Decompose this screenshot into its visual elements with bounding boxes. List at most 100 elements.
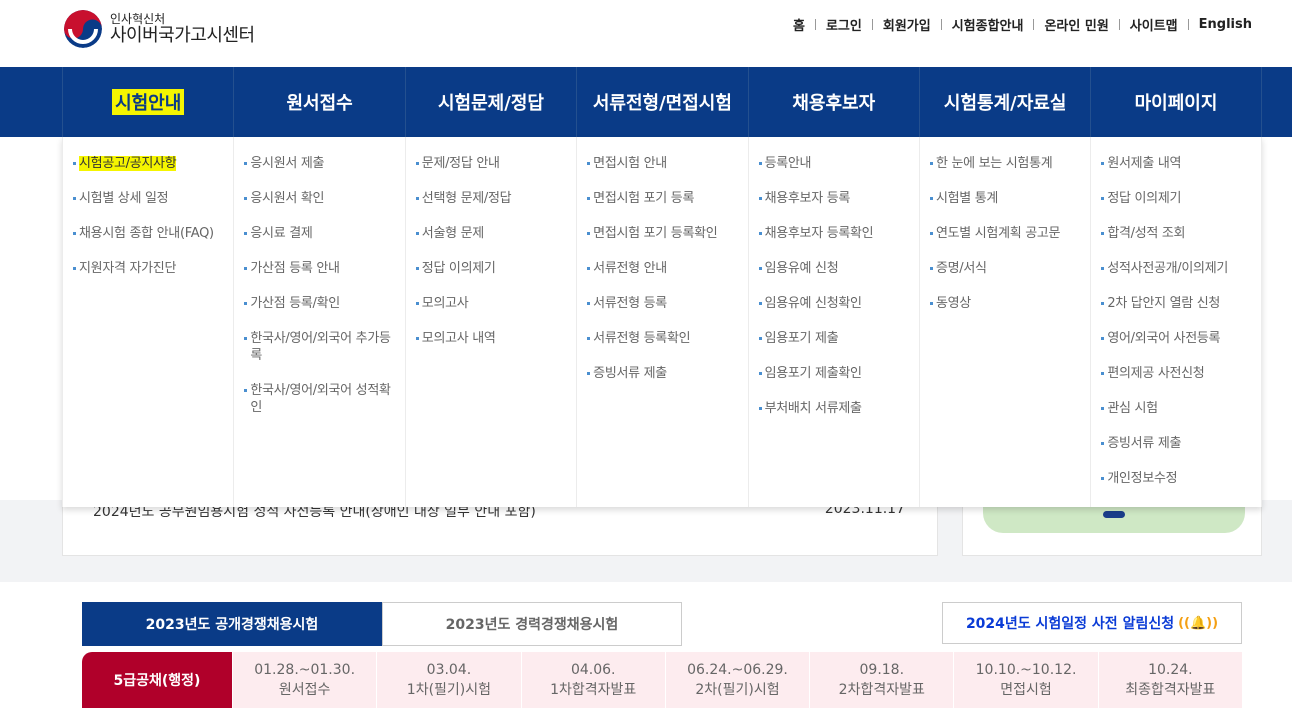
util-home[interactable]: 홈 <box>793 15 805 34</box>
submenu-item[interactable]: 면접시험 포기 등록 <box>587 190 739 207</box>
submenu-item[interactable]: 시험별 상세 일정 <box>73 190 225 207</box>
util-join[interactable]: 회원가입 <box>883 15 931 34</box>
submenu-item-label: 부처배치 서류제출 <box>764 401 862 416</box>
submenu-item[interactable]: 응시원서 확인 <box>244 190 396 207</box>
submenu-item-label: 서류전형 등록확인 <box>593 331 691 346</box>
submenu-item[interactable]: 서술형 문제 <box>415 225 568 242</box>
submenu-item[interactable]: 채용후보자 등록 <box>758 190 911 207</box>
submenu-item[interactable]: 선택형 문제/정답 <box>415 190 568 207</box>
submenu-item[interactable]: 응시원서 제출 <box>244 155 396 172</box>
submenu-item[interactable]: 증빙서류 제출 <box>1101 435 1252 452</box>
submenu-item-label: 응시원서 제출 <box>250 156 325 171</box>
submenu-item[interactable]: 시험공고/공지사항 <box>73 155 225 172</box>
submenu-item[interactable]: 2차 답안지 열람 신청 <box>1101 295 1252 312</box>
submenu-item[interactable]: 동영상 <box>929 295 1082 312</box>
schedule-step-event: 2차합격자발표 <box>838 682 925 698</box>
schedule-step-date: 10.10.~10.12. <box>975 662 1077 678</box>
submenu-item-label: 임용포기 제출 <box>764 331 839 346</box>
schedule-step-date: 06.24.~06.29. <box>687 662 788 678</box>
gnb-tab-label: 시험통계/자료실 <box>943 93 1067 114</box>
schedule-step: 06.24.~06.29. 2차(필기)시험 <box>664 652 810 708</box>
submenu-item[interactable]: 개인정보수정 <box>1101 470 1252 487</box>
mega-menu-column: 응시원서 제출응시원서 확인응시료 결제가산점 등록 안내가산점 등록/확인한국… <box>233 137 404 507</box>
submenu-item[interactable]: 임용포기 제출 <box>758 330 911 347</box>
submenu-item-label: 동영상 <box>935 296 971 311</box>
bell-icon: ((🔔)) <box>1178 615 1219 631</box>
submenu-item-label: 서류전형 안내 <box>593 261 667 276</box>
submenu-item-label: 원서제출 내역 <box>1107 156 1182 171</box>
submenu-item[interactable]: 모의고사 내역 <box>415 330 568 347</box>
schedule-step: 10.24. 최종합격자발표 <box>1097 652 1242 708</box>
submenu-item[interactable]: 임용유예 신청확인 <box>758 295 911 312</box>
schedule-step-event: 1차합격자발표 <box>550 682 637 698</box>
gnb-tab-2[interactable]: 시험문제/정답 <box>404 67 576 137</box>
submenu-item-label: 성적사전공개/이의제기 <box>1107 261 1229 276</box>
submenu-item[interactable]: 성적사전공개/이의제기 <box>1101 260 1252 277</box>
submenu-item[interactable]: 한 눈에 보는 시험통계 <box>929 155 1082 172</box>
banner-pager-indicator[interactable] <box>1103 511 1125 518</box>
submenu-item[interactable]: 영어/외국어 사전등록 <box>1101 330 1252 347</box>
logo[interactable]: 인사혁신처 사이버국가고시센터 <box>64 8 255 50</box>
submenu-item[interactable]: 등록안내 <box>758 155 911 172</box>
submenu-item-label: 관심 시험 <box>1107 401 1158 416</box>
schedule-step-event: 1차(필기)시험 <box>406 682 492 698</box>
gnb-tab-label: 원서접수 <box>286 93 353 114</box>
submenu-item[interactable]: 한국사/영어/외국어 성적확인 <box>244 382 396 416</box>
mega-menu-column: 시험공고/공지사항시험별 상세 일정채용시험 종합 안내(FAQ) 지원자격 자가… <box>62 137 233 507</box>
submenu-item[interactable]: 서류전형 안내 <box>587 260 739 277</box>
submenu-item[interactable]: 서류전형 등록 <box>587 295 739 312</box>
util-exam-guide[interactable]: 시험종합안내 <box>952 15 1024 34</box>
submenu-item[interactable]: 정답 이의제기 <box>1101 190 1252 207</box>
submenu-item[interactable]: 가산점 등록 안내 <box>244 260 396 277</box>
submenu-item[interactable]: 가산점 등록/확인 <box>244 295 396 312</box>
submenu-item[interactable]: 증빙서류 제출 <box>587 365 739 382</box>
submenu-item-label: 2차 답안지 열람 신청 <box>1107 296 1221 311</box>
submenu-item[interactable]: 연도별 시험계획 공고문 <box>929 225 1082 242</box>
submenu-item[interactable]: 모의고사 <box>415 295 568 312</box>
gnb-tab-1[interactable]: 원서접수 <box>233 67 404 137</box>
util-english[interactable]: English <box>1199 17 1252 32</box>
util-login[interactable]: 로그인 <box>826 15 862 34</box>
submenu-item[interactable]: 임용유예 신청 <box>758 260 911 277</box>
submenu-item-label: 영어/외국어 사전등록 <box>1107 331 1221 346</box>
gnb-tab-label: 시험문제/정답 <box>438 93 544 114</box>
submenu-item[interactable]: 관심 시험 <box>1101 400 1252 417</box>
submenu-item[interactable]: 한국사/영어/외국어 추가등록 <box>244 330 396 364</box>
global-nav: 시험안내 원서접수 시험문제/정답 서류전형/면접시험 채용후보자 시험통계/자료실 마이페… <box>0 67 1292 137</box>
mega-menu: 시험공고/공지사항시험별 상세 일정채용시험 종합 안내(FAQ) 지원자격 자가… <box>62 137 1262 507</box>
submenu-item[interactable]: 시험별 통계 <box>929 190 1082 207</box>
util-online-petition[interactable]: 온라인 민원 <box>1044 15 1108 34</box>
submenu-item-label: 면접시험 안내 <box>593 156 667 171</box>
submenu-item[interactable]: 증명/서식 <box>929 260 1082 277</box>
submenu-item[interactable]: 임용포기 제출확인 <box>758 365 911 382</box>
submenu-item-label: 한국사/영어/외국어 성적확인 <box>250 383 391 415</box>
schedule-alert-button[interactable]: 2024년도 시험일정 사전 알림신청 ((🔔)) <box>942 602 1242 644</box>
gnb-tab-3[interactable]: 서류전형/면접시험 <box>576 67 747 137</box>
submenu-item[interactable]: 면접시험 포기 등록확인 <box>587 225 739 242</box>
submenu-item[interactable]: 채용후보자 등록확인 <box>758 225 911 242</box>
tab-open-competition[interactable]: 2023년도 공개경쟁채용시험 <box>82 602 382 646</box>
submenu-item[interactable]: 문제/정답 안내 <box>415 155 568 172</box>
schedule-step-date: 10.24. <box>1148 662 1193 678</box>
tab-career-competition[interactable]: 2023년도 경력경쟁채용시험 <box>382 602 682 646</box>
gnb-tab-6[interactable]: 마이페이지 <box>1090 67 1262 137</box>
submenu-item[interactable]: 응시료 결제 <box>244 225 396 242</box>
submenu-item[interactable]: 지원자격 자가진단 <box>73 260 225 277</box>
mega-menu-column: 등록안내채용후보자 등록채용후보자 등록확인임용유예 신청임용유예 신청확인임용… <box>747 137 919 507</box>
submenu-item[interactable]: 편의제공 사전신청 <box>1101 365 1252 382</box>
gnb-tab-4[interactable]: 채용후보자 <box>747 67 919 137</box>
util-sitemap[interactable]: 사이트맵 <box>1130 15 1178 34</box>
gnb-tab-0[interactable]: 시험안내 <box>62 67 233 137</box>
submenu-item-label: 등록안내 <box>764 156 812 171</box>
submenu-item[interactable]: 원서제출 내역 <box>1101 155 1252 172</box>
submenu-item-label: 면접시험 포기 등록확인 <box>593 226 718 241</box>
submenu-item[interactable]: 정답 이의제기 <box>415 260 568 277</box>
gnb-tab-5[interactable]: 시험통계/자료실 <box>918 67 1090 137</box>
submenu-item[interactable]: 채용시험 종합 안내(FAQ) <box>73 225 225 242</box>
submenu-item-label: 가산점 등록 안내 <box>250 261 340 276</box>
submenu-item[interactable]: 부처배치 서류제출 <box>758 400 911 417</box>
submenu-item[interactable]: 면접시험 안내 <box>587 155 739 172</box>
submenu-item-label: 임용포기 제출확인 <box>764 366 862 381</box>
submenu-item[interactable]: 합격/성적 조회 <box>1101 225 1252 242</box>
submenu-item[interactable]: 서류전형 등록확인 <box>587 330 739 347</box>
